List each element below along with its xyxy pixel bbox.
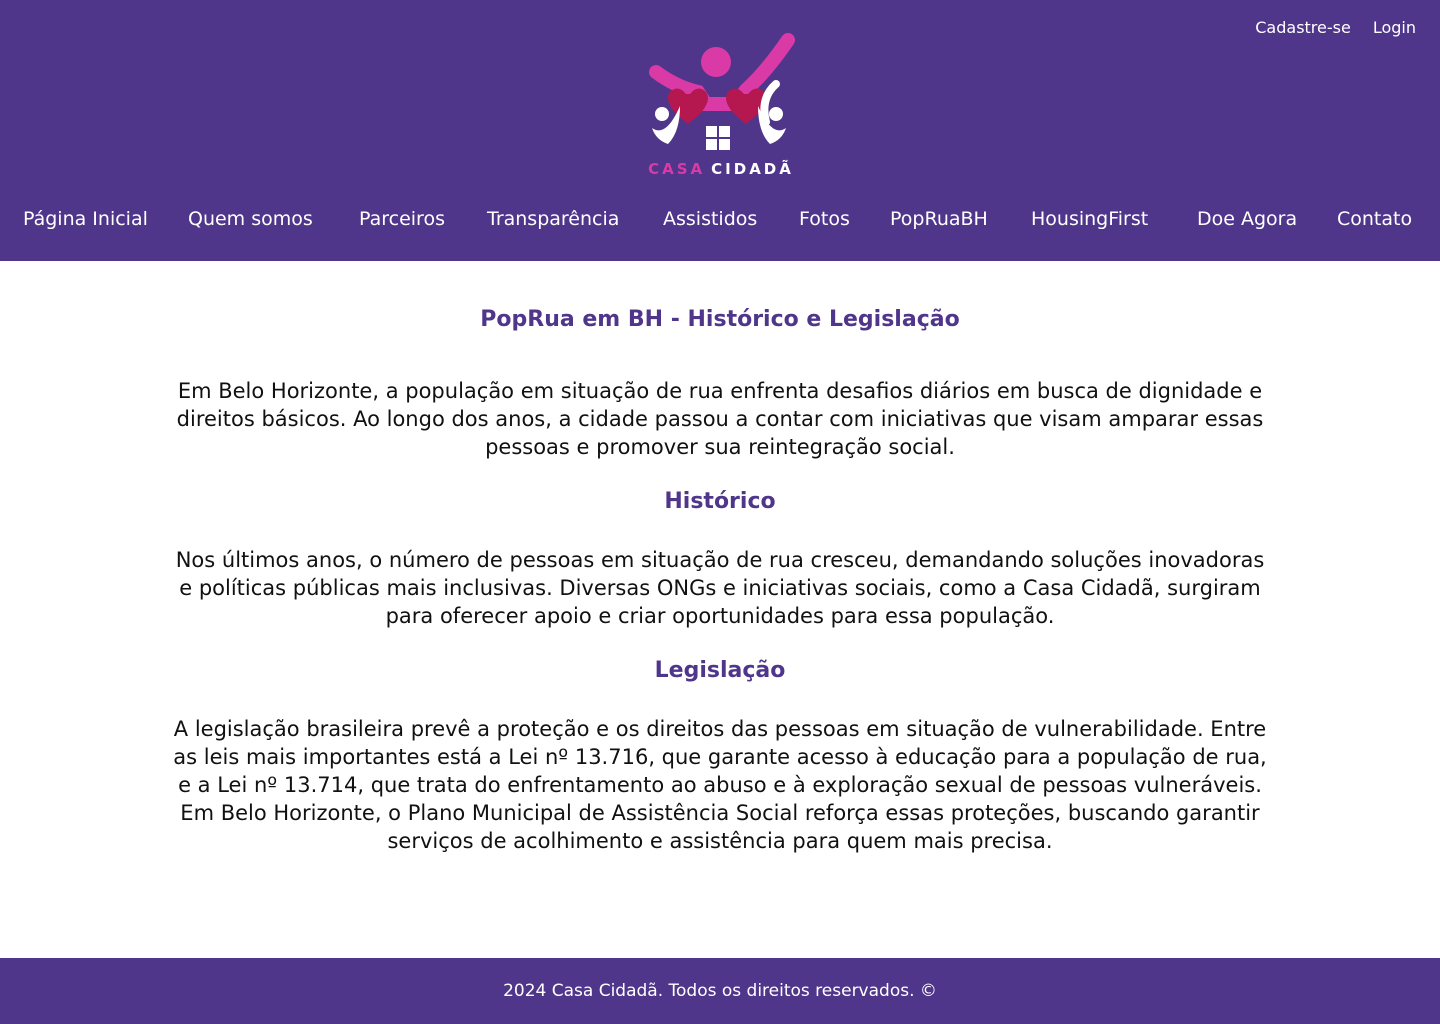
auth-links: Cadastre-se Login xyxy=(1255,18,1416,37)
nav-item-parceiros[interactable]: Parceiros xyxy=(359,208,445,230)
nav-item-assistidos[interactable]: Assistidos xyxy=(663,208,757,230)
logo-word-cidada: CIDADÃ xyxy=(711,160,794,178)
logo-word-casa: CASA xyxy=(648,160,706,178)
login-link[interactable]: Login xyxy=(1373,18,1416,37)
site-footer: 2024 Casa Cidadã. Todos os direitos rese… xyxy=(0,958,1440,1024)
nav-item-housing-first[interactable]: HousingFirst xyxy=(1031,208,1148,230)
legislacao-paragraph: A legislação brasileira prevê a proteção… xyxy=(173,717,1267,853)
site-header: Cadastre-se Login CASA CIDADÃ Página Ini… xyxy=(0,0,1440,261)
nav-item-contato[interactable]: Contato xyxy=(1337,208,1412,230)
signup-link[interactable]: Cadastre-se xyxy=(1255,18,1351,37)
nav-item-quem-somos[interactable]: Quem somos xyxy=(188,208,313,230)
logo-text: CASA CIDADÃ xyxy=(636,160,806,178)
nav-item-pagina-inicial[interactable]: Página Inicial xyxy=(23,208,148,230)
logo-figures-icon xyxy=(649,33,795,150)
footer-copyright: 2024 Casa Cidadã. Todos os direitos rese… xyxy=(503,981,937,1001)
intro-paragraph: Em Belo Horizonte, a população em situaç… xyxy=(176,379,1264,459)
historico-heading: Histórico xyxy=(664,489,776,514)
historico-paragraph: Nos últimos anos, o número de pessoas em… xyxy=(175,548,1265,628)
main-content: PopRua em BH - Histórico e Legislação Em… xyxy=(0,261,1440,958)
nav-item-doe-agora[interactable]: Doe Agora xyxy=(1197,208,1297,230)
main-nav: Página Inicial Quem somos Parceiros Tran… xyxy=(0,208,1440,238)
nav-item-poprua-bh[interactable]: PopRuaBH xyxy=(890,208,988,230)
casa-cidada-logo[interactable]: CASA CIDADÃ xyxy=(636,32,806,182)
nav-item-transparencia[interactable]: Transparência xyxy=(487,208,619,230)
legislacao-heading: Legislação xyxy=(654,658,786,683)
page-title: PopRua em BH - Histórico e Legislação xyxy=(480,307,960,332)
nav-item-fotos[interactable]: Fotos xyxy=(799,208,850,230)
